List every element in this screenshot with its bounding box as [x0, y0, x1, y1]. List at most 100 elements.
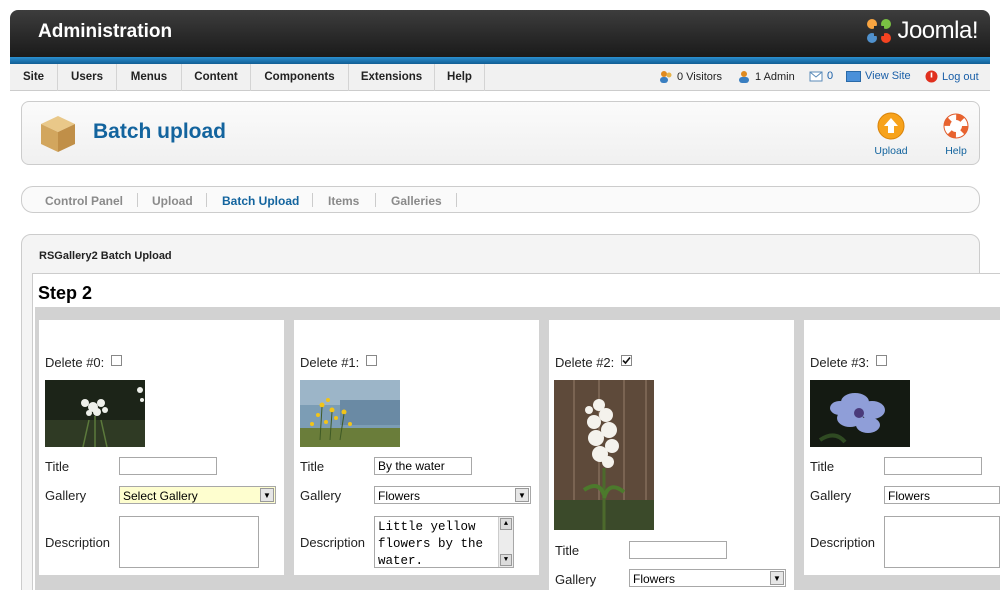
menu-help[interactable]: Help: [435, 64, 485, 91]
component-submenu: Control Panel Upload Batch Upload Items …: [21, 186, 980, 213]
thumbnail-image[interactable]: [554, 380, 654, 530]
upload-item-card: Delete #0: Title Gallery Select Gallery …: [39, 320, 284, 575]
title-label: Title: [555, 543, 580, 558]
title-input[interactable]: [119, 457, 217, 475]
delete-label: Delete #1:: [300, 355, 360, 370]
gallery-label: Gallery: [300, 488, 342, 503]
delete-checkbox[interactable]: [366, 355, 377, 366]
visitors-status[interactable]: 0 Visitors: [659, 70, 722, 83]
upload-icon: [877, 112, 905, 140]
gallery-select[interactable]: Select Gallery ▼: [119, 486, 276, 504]
submenu-items[interactable]: Items: [328, 194, 359, 208]
gallery-label: Gallery: [45, 488, 87, 503]
header-title: Administration: [38, 21, 173, 42]
description-text: Little yellow flowers by the water.: [378, 520, 484, 568]
textarea-scrollbar[interactable]: ▲ ▼: [498, 517, 513, 567]
logout-link[interactable]: Log out: [925, 70, 979, 83]
header-accent-bar: [10, 57, 990, 64]
scroll-down-arrow-icon[interactable]: ▼: [500, 554, 512, 566]
admin-user-icon: [739, 71, 749, 83]
gallery-select[interactable]: Flowers: [884, 486, 1000, 504]
gallery-select-value: Flowers: [633, 572, 676, 586]
joomla-logo-icon: [867, 19, 892, 43]
title-label: Title: [45, 459, 70, 474]
title-input[interactable]: [884, 457, 982, 475]
gallery-select-value: Select Gallery: [123, 489, 198, 503]
delete-checkbox[interactable]: [621, 355, 632, 366]
menu-users[interactable]: Users: [58, 64, 117, 91]
title-label: Title: [300, 459, 325, 474]
checkmark-icon: [622, 356, 631, 365]
messages-icon: [809, 71, 823, 82]
messages-count: 0: [827, 70, 834, 82]
gallery-select-value: Flowers: [378, 489, 421, 503]
delete-checkbox[interactable]: [876, 355, 887, 366]
submenu-control-panel[interactable]: Control Panel: [45, 194, 123, 208]
description-textarea[interactable]: Little yellow flowers by the water. ▲ ▼: [374, 516, 514, 568]
upload-label: Upload: [874, 145, 908, 157]
menu-site[interactable]: Site: [10, 64, 58, 91]
help-button[interactable]: Help: [931, 112, 981, 157]
main-menu: Site Users Menus Content Components Exte…: [10, 64, 990, 91]
upload-item-card: Delete #1: Title Gallery Flowers ▼ Descr…: [294, 320, 539, 575]
thumbnail-image[interactable]: [810, 380, 910, 447]
scroll-up-arrow-icon[interactable]: ▲: [500, 518, 512, 530]
title-input[interactable]: [629, 541, 727, 559]
view-site-link[interactable]: View Site: [846, 70, 911, 82]
view-site-label: View Site: [865, 70, 911, 82]
menu-components[interactable]: Components: [251, 64, 349, 91]
delete-label: Delete #0:: [45, 355, 105, 370]
submenu-galleries[interactable]: Galleries: [391, 194, 442, 208]
submenu-batch-upload[interactable]: Batch Upload: [222, 194, 299, 208]
gallery-select[interactable]: Flowers ▼: [629, 569, 786, 587]
chevron-down-icon[interactable]: ▼: [515, 488, 529, 502]
upload-item-card: Delete #2: Title Gallery Flowers ▼: [549, 320, 794, 590]
messages-status[interactable]: 0: [809, 70, 833, 82]
gallery-label: Gallery: [810, 488, 852, 503]
visitors-count: 0 Visitors: [677, 70, 723, 83]
description-label: Description: [300, 535, 366, 550]
thumbnail-image[interactable]: [45, 380, 145, 447]
title-input[interactable]: [374, 457, 472, 475]
admins-count: 1 Admin: [755, 70, 795, 83]
chevron-down-icon[interactable]: ▼: [770, 571, 784, 585]
menu-content[interactable]: Content: [182, 64, 251, 91]
toolbar: Batch upload Upload Help: [21, 101, 980, 165]
description-label: Description: [810, 535, 876, 550]
header-bar: Administration Joomla!: [10, 10, 990, 57]
delete-label: Delete #2:: [555, 355, 615, 370]
panel-title: RSGallery2 Batch Upload: [39, 250, 172, 262]
upload-button[interactable]: Upload: [866, 112, 916, 157]
description-label: Description: [45, 535, 111, 550]
submenu-divider: [456, 193, 457, 207]
submenu-upload[interactable]: Upload: [152, 194, 193, 208]
step-title: Step 2: [38, 283, 93, 303]
monitor-icon: [846, 70, 861, 82]
menu-extensions[interactable]: Extensions: [349, 64, 435, 91]
logout-icon: [925, 70, 938, 83]
batch-upload-box-icon: [41, 116, 75, 152]
delete-label: Delete #3:: [810, 355, 870, 370]
logo-text: Joomla!: [897, 17, 978, 44]
chevron-down-icon[interactable]: ▼: [260, 488, 274, 502]
description-textarea[interactable]: [119, 516, 259, 568]
description-textarea[interactable]: [884, 516, 1000, 568]
submenu-divider: [375, 193, 376, 207]
visitors-icon: [660, 71, 672, 83]
upload-item-card: Delete #3: Title Gallery Flowers Descrip…: [804, 320, 1000, 575]
joomla-logo[interactable]: Joomla!: [864, 16, 978, 46]
gallery-select[interactable]: Flowers ▼: [374, 486, 531, 504]
logout-label: Log out: [942, 70, 979, 83]
thumbnail-image[interactable]: [300, 380, 400, 447]
title-label: Title: [810, 459, 835, 474]
admins-status[interactable]: 1 Admin: [737, 70, 795, 83]
lifebuoy-help-icon: [943, 113, 969, 139]
help-label: Help: [945, 145, 967, 157]
menu-menus[interactable]: Menus: [117, 64, 182, 91]
page-title: Batch upload: [93, 120, 227, 143]
submenu-divider: [312, 193, 313, 207]
gallery-label: Gallery: [555, 572, 597, 587]
submenu-divider: [137, 193, 138, 207]
delete-checkbox[interactable]: [111, 355, 122, 366]
submenu-divider: [206, 193, 207, 207]
